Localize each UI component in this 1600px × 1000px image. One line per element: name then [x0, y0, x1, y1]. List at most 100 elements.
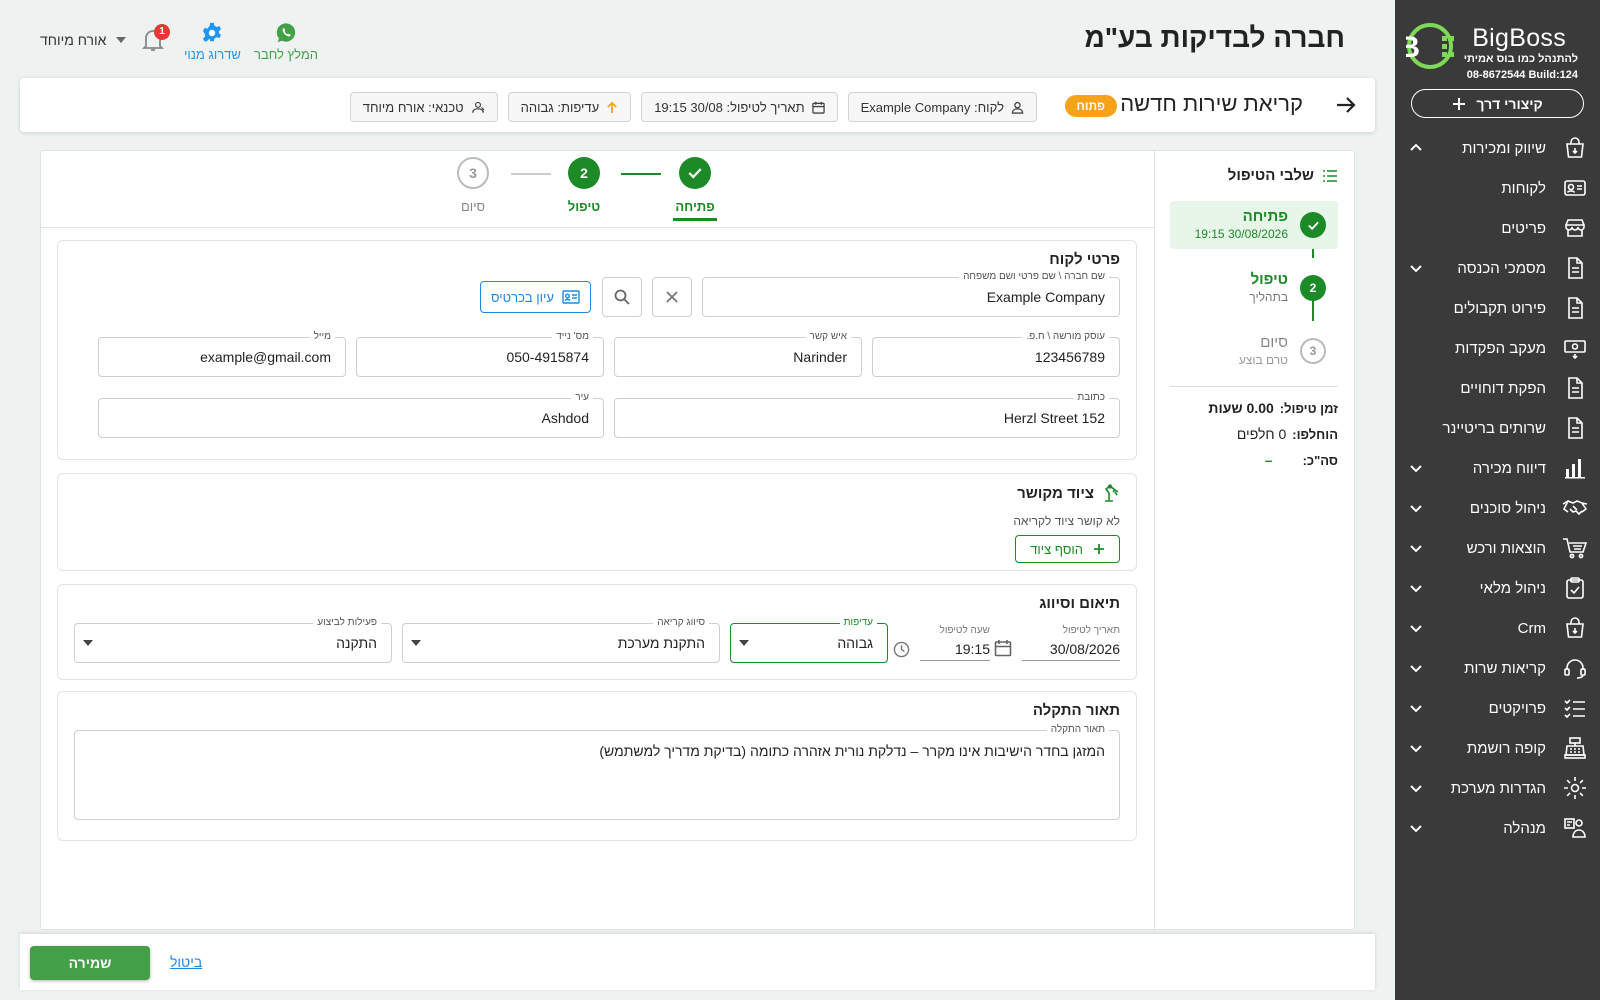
- chevron-down-icon: [1410, 585, 1422, 593]
- stage-number: 2: [1300, 275, 1326, 301]
- chip-priority[interactable]: עדיפות: גבוהה: [507, 92, 632, 122]
- problem-description-textarea[interactable]: תאור התקלה המזגן בחדר הישיבות אינו מקרר …: [74, 724, 1120, 820]
- view-card-label: עיון בכרטיס: [491, 289, 554, 305]
- treatment-stages-panel: שלבי הטיפול פתיחה 30/08/2026 19:15 2 טיפ…: [1154, 151, 1354, 929]
- step-label: פתיחה: [675, 199, 715, 214]
- service-time-field[interactable]: שעה לטיפול 19:15: [920, 625, 990, 661]
- user-menu[interactable]: אורח מיוחד: [40, 32, 127, 48]
- field-label: עוסק מורשה \ ח.פ.: [1022, 331, 1109, 343]
- service-date-field[interactable]: תאריך לטיפול 30/08/2026: [1022, 625, 1120, 661]
- call-category-select[interactable]: סיווג קריאה התקנת מערכת: [402, 617, 720, 663]
- calendar-icon[interactable]: [994, 639, 1012, 657]
- step-opening[interactable]: פתיחה: [665, 157, 725, 221]
- stage-opening[interactable]: פתיחה 30/08/2026 19:15: [1170, 201, 1338, 249]
- recommend-friend-button[interactable]: המלץ לחבר: [254, 22, 318, 62]
- sidebar-item-customers[interactable]: לקוחות: [1395, 168, 1600, 208]
- action-select[interactable]: פעילות לביצוע התקנה: [74, 617, 392, 663]
- field-label: פעילות לביצוע: [313, 617, 381, 629]
- stage-treatment[interactable]: 2 טיפול בתהליך: [1170, 264, 1338, 312]
- clear-button[interactable]: [652, 277, 692, 317]
- shopping-bag-icon: [1562, 135, 1588, 161]
- stage-name: פתיחה: [1242, 208, 1288, 225]
- address-field[interactable]: כתובת Herzl Street 152: [614, 392, 1120, 438]
- email-field[interactable]: מייל example@gmail.com: [98, 331, 346, 377]
- stat-parts: הוחלפו: 0 חלפים: [1170, 425, 1338, 443]
- scheduling-section: תיאום וסיווג תאריך לטיפול 30/08/2026 שעה…: [57, 584, 1137, 680]
- manager-icon: [1562, 815, 1588, 841]
- chevron-down-icon: [1410, 505, 1422, 513]
- sidebar-item-income-docs[interactable]: מסמכי הכנסה: [1395, 248, 1600, 288]
- caret-down-icon: [83, 640, 93, 646]
- handshake-icon: [1562, 495, 1588, 521]
- stage-finish[interactable]: 3 סיום טרם בוצע: [1170, 327, 1338, 375]
- sidebar-item-marketing[interactable]: שיווק ומכירות: [1395, 128, 1600, 168]
- sidebar-item-management[interactable]: מנהלה: [1395, 808, 1600, 848]
- stat-total-value: –: [1264, 452, 1273, 468]
- sidebar-item-settings[interactable]: הגדרות מערכת: [1395, 768, 1600, 808]
- step-label: טיפול: [567, 199, 601, 214]
- chip-technician[interactable]: טכנאי: אורח מיוחד: [349, 92, 498, 122]
- step-treatment[interactable]: 2 טיפול: [554, 157, 614, 214]
- sidebar-item-reports[interactable]: הפקת דוחויים: [1395, 368, 1600, 408]
- chevron-down-icon: [1410, 665, 1422, 673]
- sidebar-item-label: הוצאות ורכש: [1466, 539, 1546, 557]
- sidebar-item-projects[interactable]: פרויקטים: [1395, 688, 1600, 728]
- sidebar-item-inventory[interactable]: ניהול מלאי: [1395, 568, 1600, 608]
- stage-number: 3: [1300, 338, 1326, 364]
- field-value: התקנת מערכת: [617, 635, 705, 651]
- cash-register-icon: [1562, 735, 1588, 761]
- step-label: סיום: [460, 199, 486, 214]
- bar-chart-icon: [1562, 455, 1588, 481]
- caret-down-icon: [116, 37, 127, 43]
- sidebar-item-agents[interactable]: ניהול סוכנים: [1395, 488, 1600, 528]
- checklist-icon: [1562, 695, 1588, 721]
- step-check: [679, 157, 711, 189]
- sidebar-item-label: פירוט תקבולים: [1453, 299, 1546, 317]
- sidebar-item-label: מסמכי הכנסה: [1457, 259, 1546, 277]
- sidebar-item-sales-report[interactable]: דיווח מכירה: [1395, 448, 1600, 488]
- arrow-right-icon[interactable]: [1335, 94, 1357, 116]
- sidebar-item-deposits[interactable]: מעקב הפקדות: [1395, 328, 1600, 368]
- section-title: תיאום וסיווג: [1039, 595, 1120, 612]
- check-icon: [688, 168, 702, 179]
- chevron-down-icon: [1410, 785, 1422, 793]
- city-field[interactable]: עיר Ashdod: [98, 392, 604, 438]
- clock-icon[interactable]: [893, 641, 910, 658]
- save-button[interactable]: שמירה: [30, 946, 150, 980]
- cancel-link[interactable]: ביטול: [170, 954, 202, 970]
- field-label: מס' נייד: [552, 331, 593, 343]
- tax-id-field[interactable]: עוסק מורשה \ ח.פ. 123456789: [872, 331, 1120, 377]
- contact-person-field[interactable]: איש קשר Narinder: [614, 331, 862, 377]
- sidebar-item-retainer[interactable]: שרותים בריטיינר: [1395, 408, 1600, 448]
- priority-select[interactable]: עדיפות גבוהה: [730, 617, 888, 663]
- stages-title: שלבי הטיפול: [1227, 167, 1314, 184]
- sidebar-item-expenses[interactable]: הוצאות ורכש: [1395, 528, 1600, 568]
- shortcuts-button[interactable]: קיצורי דרך: [1411, 89, 1584, 118]
- sidebar-item-receipts[interactable]: פירוט תקבולים: [1395, 288, 1600, 328]
- sidebar-item-service-calls[interactable]: קריאות שרות: [1395, 648, 1600, 688]
- shortcuts-label: קיצורי דרך: [1476, 95, 1543, 112]
- search-button[interactable]: [602, 277, 642, 317]
- customer-name-field[interactable]: שם חברה \ שם פרטי ושם משפחה Example Comp…: [702, 271, 1120, 317]
- step-finish[interactable]: 3 סיום: [443, 157, 503, 214]
- sidebar-item-label: פריטים: [1501, 219, 1546, 237]
- sidebar-item-label: דיווח מכירה: [1472, 459, 1546, 477]
- chip-date[interactable]: תאריך לטיפול: 30/08 19:15: [641, 92, 838, 122]
- mobile-field[interactable]: מס' נייד 050-4915874: [356, 331, 604, 377]
- sidebar-item-crm[interactable]: Crm: [1395, 608, 1600, 648]
- chevron-down-icon: [1410, 705, 1422, 713]
- field-label: איש קשר: [805, 331, 851, 343]
- view-card-button[interactable]: עיון בכרטיס: [480, 281, 591, 313]
- field-label: תאריך לטיפול: [1062, 625, 1120, 636]
- sidebar-item-items[interactable]: פריטים: [1395, 208, 1600, 248]
- sidebar-item-cash-register[interactable]: קופה רושמת: [1395, 728, 1600, 768]
- top-actions: אורח מיוחד 1 שדרוג מנוי המלץ לחבר: [34, 22, 334, 66]
- sidebar-item-label: ניהול מלאי: [1479, 579, 1546, 597]
- brand-logo[interactable]: B BigBoss להתנהל כמו בוס אמיתי 08-867254…: [1406, 18, 1586, 86]
- upgrade-plan-button[interactable]: שדרוג מנוי: [184, 22, 241, 62]
- treatment-stats: זמן טיפול: 0.00 שעות הוחלפו: 0 חלפים סה"…: [1170, 386, 1338, 477]
- chip-customer[interactable]: לקוח: Example Company: [847, 92, 1037, 122]
- technician-icon: [471, 101, 485, 113]
- add-equipment-button[interactable]: הוסף ציוד: [1015, 535, 1120, 563]
- shopping-bag-icon: [1562, 615, 1588, 641]
